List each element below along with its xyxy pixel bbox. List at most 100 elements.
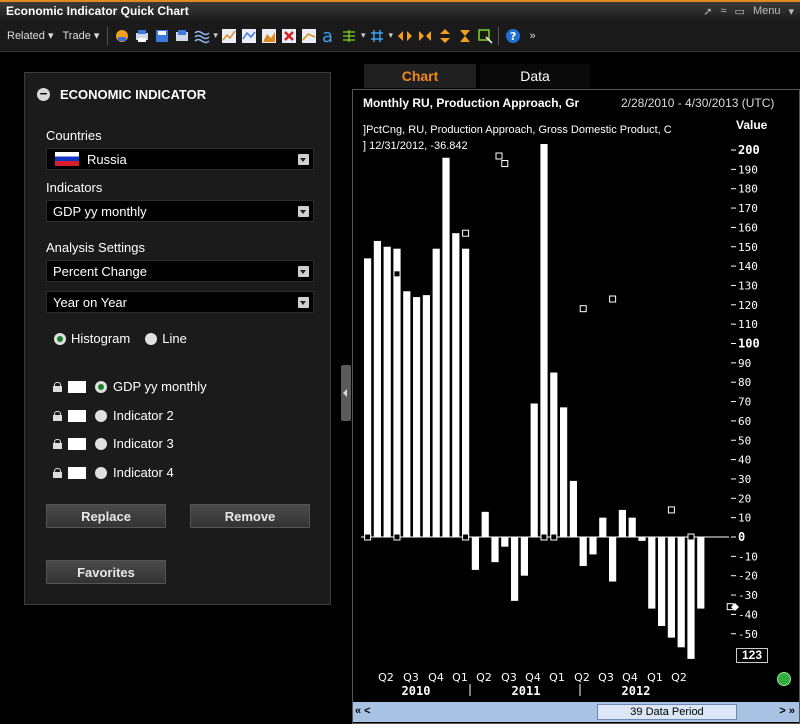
expand-horizontal-icon[interactable] <box>396 27 413 44</box>
period-dropdown[interactable]: Year on Year <box>46 291 314 313</box>
chart-bar <box>432 248 440 537</box>
histogram-label[interactable]: Histogram <box>71 331 130 346</box>
indicator-radio[interactable] <box>95 437 107 450</box>
dropdown-arrow-icon[interactable] <box>298 297 309 308</box>
y-tick-label: 120 <box>738 299 758 312</box>
indicator-radio[interactable] <box>95 409 107 422</box>
news-icon[interactable] <box>113 27 130 44</box>
tab-data[interactable]: Data <box>480 64 590 88</box>
close-chart-icon[interactable] <box>281 27 298 44</box>
scroll-left-button[interactable]: « < <box>355 705 371 717</box>
remove-button[interactable]: Remove <box>190 504 310 528</box>
indicator-row[interactable]: Indicator 3 <box>53 436 174 451</box>
country-dropdown[interactable]: Russia <box>46 148 314 170</box>
chart-bar <box>530 403 538 537</box>
y-tick-label: -30 <box>738 589 758 602</box>
indicator-radio[interactable] <box>95 380 107 393</box>
value-format-box[interactable]: 123 <box>736 648 768 663</box>
color-swatch[interactable] <box>68 437 86 450</box>
text-annotation-icon[interactable]: a <box>321 27 338 45</box>
panel-title: ECONOMIC INDICATOR <box>60 87 207 102</box>
scroll-right-button[interactable]: > » <box>779 705 795 717</box>
favorites-button[interactable]: Favorites <box>46 560 166 584</box>
window-icon[interactable]: ▭ <box>735 5 745 18</box>
indicator-radio[interactable] <box>95 466 107 479</box>
print-icon[interactable] <box>133 27 150 44</box>
export-icon[interactable] <box>173 27 190 44</box>
wave-icon[interactable] <box>193 27 210 44</box>
dropdown-arrow-icon[interactable] <box>298 154 309 165</box>
pin-icon[interactable]: ➚ <box>703 5 712 18</box>
indicator-dropdown[interactable]: GDP yy monthly <box>46 200 314 222</box>
menu-button[interactable]: Menu <box>753 5 781 17</box>
y-tick-label: 10 <box>738 512 751 525</box>
chevron-down-icon[interactable]: ▾ <box>388 30 393 41</box>
save-icon[interactable] <box>153 27 170 44</box>
panel-collapse-handle[interactable] <box>341 365 351 421</box>
title-bar: Economic Indicator Quick Chart ➚ ≈ ▭ Men… <box>0 0 800 20</box>
trade-menu[interactable]: Trade ▾ <box>60 29 103 42</box>
panel-header[interactable]: − ECONOMIC INDICATOR <box>37 87 206 102</box>
chart-bar <box>491 537 499 563</box>
scroll-bar[interactable]: « < 39 Data Period > » <box>353 702 799 722</box>
indicator-row[interactable]: Indicator 4 <box>53 465 174 480</box>
area-chart-icon[interactable] <box>261 27 278 44</box>
indicator-row[interactable]: GDP yy monthly <box>53 379 207 394</box>
chart-area[interactable]: 200 190 180 170 160 150 140 130 120 110 100 90 80 70 6… <box>352 89 800 724</box>
dropdown-arrow-icon[interactable] <box>298 206 309 217</box>
chart-bar <box>364 258 372 537</box>
data-marker <box>579 305 587 313</box>
analysis-dropdown[interactable]: Percent Change <box>46 260 314 282</box>
overlay-chart-icon[interactable] <box>301 27 318 44</box>
lock-icon[interactable] <box>53 438 62 449</box>
lock-icon[interactable] <box>53 381 62 392</box>
data-marker <box>495 152 503 160</box>
line-chart-2-icon[interactable] <box>241 27 258 44</box>
expand-vertical-icon[interactable] <box>436 27 453 44</box>
lock-icon[interactable] <box>53 410 62 421</box>
color-swatch[interactable] <box>68 380 86 393</box>
data-marker <box>687 533 695 541</box>
line-label[interactable]: Line <box>162 331 187 346</box>
x-tick-label: Q1 <box>647 671 663 684</box>
select-icon[interactable] <box>476 27 493 44</box>
collapse-icon[interactable]: ≈ <box>720 5 726 17</box>
more-icon[interactable]: » <box>524 27 541 44</box>
collapse-section-icon[interactable]: − <box>37 87 50 101</box>
related-menu[interactable]: Related ▾ <box>4 29 57 42</box>
collapse-horizontal-icon[interactable] <box>416 27 433 44</box>
dropdown-arrow-icon[interactable] <box>298 266 309 277</box>
data-period-label[interactable]: 39 Data Period <box>597 704 737 720</box>
tab-chart[interactable]: Chart <box>364 64 476 88</box>
chevron-down-icon[interactable]: ▾ <box>213 30 218 41</box>
line-chart-icon[interactable] <box>221 27 238 44</box>
chart-bar <box>462 248 470 537</box>
indicator-label: Indicator 3 <box>113 436 174 451</box>
hourglass-icon[interactable] <box>456 27 473 44</box>
chevron-down-icon[interactable]: ▾ <box>788 5 794 18</box>
chart-bar <box>697 537 705 609</box>
help-icon[interactable]: ? <box>504 27 521 44</box>
chart-bar <box>540 144 548 537</box>
histogram-radio[interactable] <box>54 332 66 345</box>
lock-icon[interactable] <box>53 467 62 478</box>
y-tick-label: 80 <box>738 376 751 389</box>
window-title: Economic Indicator Quick Chart <box>6 4 189 18</box>
color-swatch[interactable] <box>68 409 86 422</box>
chevron-down-icon[interactable]: ▾ <box>361 30 366 41</box>
replace-button[interactable]: Replace <box>46 504 166 528</box>
x-tick-label: Q3 <box>501 671 517 684</box>
x-tick-label: Q2 <box>476 671 492 684</box>
x-tick-label: Q4 <box>525 671 541 684</box>
indicator-row[interactable]: Indicator 2 <box>53 408 174 423</box>
chart-plot[interactable]: 2001901801701601501401301201101009080706… <box>353 90 799 702</box>
gridlines-icon[interactable] <box>341 27 358 44</box>
chart-bar <box>471 537 479 570</box>
line-radio[interactable] <box>145 332 158 345</box>
chart-bar <box>618 509 626 537</box>
hash-icon[interactable] <box>368 27 385 44</box>
chart-bar <box>579 537 587 567</box>
x-tick-label: Q3 <box>598 671 614 684</box>
chart-bar <box>452 233 460 537</box>
color-swatch[interactable] <box>68 466 86 479</box>
